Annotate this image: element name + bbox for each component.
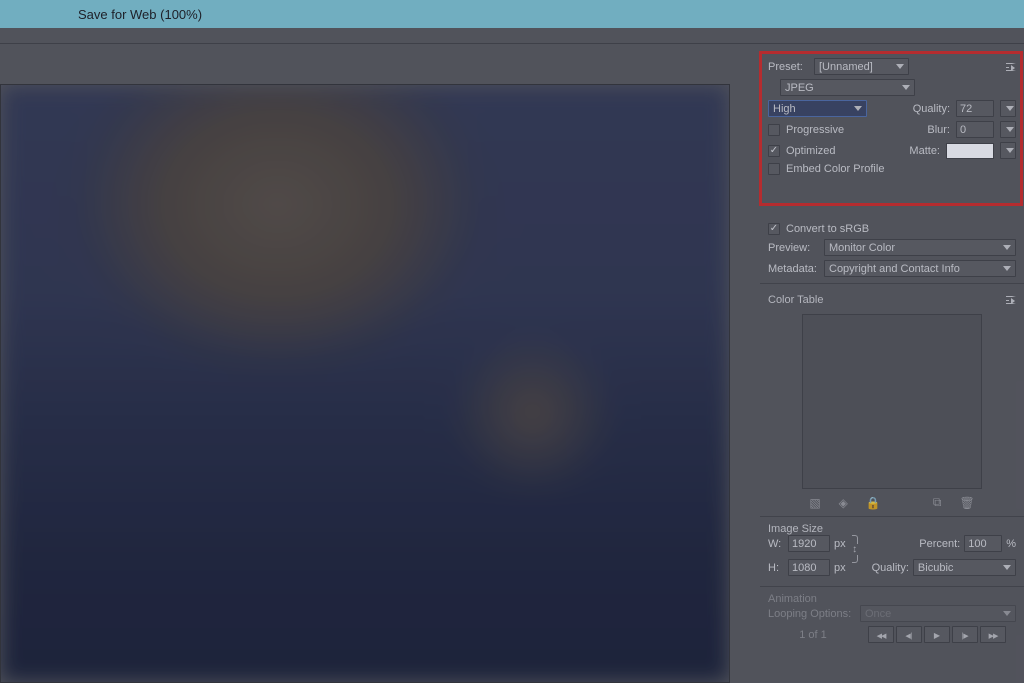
progressive-checkbox[interactable]: Progressive	[768, 124, 844, 136]
blur-label: Blur:	[927, 124, 950, 136]
blur-stepper[interactable]	[1000, 121, 1016, 138]
preview-image	[1, 85, 729, 682]
preview-dropdown[interactable]: Monitor Color	[824, 239, 1016, 256]
play-button[interactable]	[924, 626, 950, 643]
chevron-down-icon	[854, 106, 862, 111]
chevron-down-icon	[1006, 106, 1014, 111]
color-table-flyout-icon[interactable]	[1006, 296, 1016, 304]
blur-input[interactable]: 0	[956, 121, 994, 138]
frame-count: 1 of 1	[768, 629, 858, 641]
embed-profile-checkbox[interactable]: Embed Color Profile	[768, 163, 884, 175]
first-frame-icon	[877, 629, 886, 641]
convert-srgb-checkbox[interactable]: Convert to sRGB	[768, 223, 869, 235]
height-input[interactable]: 1080	[788, 559, 830, 576]
resample-quality-label: Quality:	[872, 562, 909, 574]
preview-canvas[interactable]	[0, 84, 730, 683]
looping-label: Looping Options:	[768, 608, 856, 620]
metadata-label: Metadata:	[768, 263, 820, 275]
matte-swatch[interactable]	[946, 143, 994, 159]
color-table-title: Color Table	[768, 294, 823, 306]
map-colors-icon[interactable]: ▧	[809, 496, 820, 510]
animation-title: Animation	[768, 593, 817, 605]
quality-input[interactable]: 72	[956, 100, 994, 117]
last-frame-icon	[989, 629, 998, 641]
play-icon	[934, 629, 940, 641]
toolbar-strip	[0, 28, 1024, 44]
width-label: W:	[768, 538, 784, 550]
shift-colors-icon[interactable]: ◈	[839, 496, 848, 510]
checkbox-icon	[768, 163, 780, 175]
preset-label: Preset:	[768, 61, 808, 73]
window-titlebar: Save for Web (100%)	[0, 0, 1024, 28]
next-frame-icon	[961, 629, 968, 641]
looping-dropdown: Once	[860, 605, 1016, 622]
first-frame-button[interactable]	[868, 626, 894, 643]
next-frame-button[interactable]	[952, 626, 978, 643]
quality-stepper[interactable]	[1000, 100, 1016, 117]
chevron-down-icon	[1003, 565, 1011, 570]
chevron-down-icon	[1006, 127, 1014, 132]
constrain-proportions-icon[interactable]	[850, 535, 860, 563]
lock-icon[interactable]: 🔒	[866, 496, 881, 510]
checkbox-icon	[768, 223, 780, 235]
new-color-icon[interactable]: ⧉	[933, 495, 942, 510]
window-title: Save for Web (100%)	[78, 7, 202, 22]
preview-area	[0, 44, 760, 683]
checkbox-icon	[768, 145, 780, 157]
checkbox-icon	[768, 124, 780, 136]
matte-stepper[interactable]	[1000, 142, 1016, 159]
prev-frame-button[interactable]	[896, 626, 922, 643]
percent-input[interactable]: 100	[964, 535, 1002, 552]
height-label: H:	[768, 562, 784, 574]
quality-preset-dropdown[interactable]: High	[768, 100, 867, 117]
chevron-down-icon	[902, 85, 910, 90]
preview-label: Preview:	[768, 242, 820, 254]
chevron-down-icon	[1003, 266, 1011, 271]
prev-frame-icon	[905, 629, 912, 641]
trash-icon[interactable]: 🗑	[959, 496, 974, 510]
chevron-down-icon	[1006, 148, 1014, 153]
color-table-palette[interactable]	[802, 314, 982, 489]
last-frame-button[interactable]	[980, 626, 1006, 643]
chevron-down-icon	[1003, 611, 1011, 616]
chevron-down-icon	[1003, 245, 1011, 250]
chevron-down-icon	[896, 64, 904, 69]
frame-controls	[868, 626, 1006, 643]
settings-panel: Preset: [Unnamed] JPEG High Quality:	[760, 44, 1024, 683]
resample-quality-dropdown[interactable]: Bicubic	[913, 559, 1016, 576]
percent-label: Percent:	[919, 538, 960, 550]
optimized-checkbox[interactable]: Optimized	[768, 145, 836, 157]
quality-label: Quality:	[913, 103, 950, 115]
preset-dropdown[interactable]: [Unnamed]	[814, 58, 909, 75]
image-size-title: Image Size	[768, 523, 823, 535]
matte-label: Matte:	[909, 145, 940, 157]
width-input[interactable]: 1920	[788, 535, 830, 552]
metadata-dropdown[interactable]: Copyright and Contact Info	[824, 260, 1016, 277]
preset-flyout-menu-icon[interactable]	[1006, 63, 1016, 71]
format-dropdown[interactable]: JPEG	[780, 79, 915, 96]
